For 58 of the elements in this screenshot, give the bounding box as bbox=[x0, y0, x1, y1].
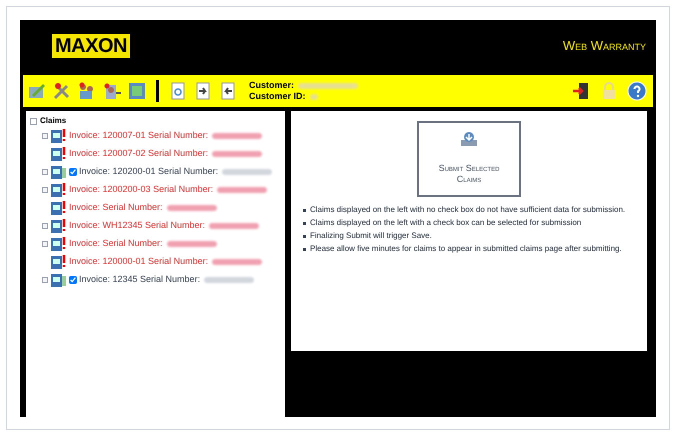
claim-document-icon bbox=[50, 164, 68, 180]
redacted-text bbox=[310, 94, 318, 100]
redacted-text bbox=[204, 277, 254, 283]
redacted-text bbox=[212, 133, 262, 139]
bullet-icon bbox=[303, 248, 306, 251]
claim-document-icon bbox=[50, 218, 68, 234]
tree-root-label[interactable]: Claims bbox=[40, 115, 66, 127]
redacted-text bbox=[166, 241, 217, 247]
redacted-text bbox=[166, 205, 217, 211]
redacted-text bbox=[217, 187, 268, 193]
claim-label[interactable]: Invoice: 12345 Serial Number: bbox=[79, 273, 200, 287]
customer-label: Customer: bbox=[249, 80, 294, 92]
claim-document-icon bbox=[50, 182, 68, 198]
claim-checkbox[interactable] bbox=[69, 276, 77, 284]
bullet-icon bbox=[303, 209, 306, 212]
redacted-text bbox=[298, 82, 358, 89]
upload-tray-icon bbox=[459, 129, 479, 149]
collapse-toggle-icon[interactable] bbox=[30, 118, 37, 124]
redacted-text bbox=[209, 223, 260, 229]
claim-label[interactable]: Invoice: WH12345 Serial Number: bbox=[69, 219, 206, 233]
bullet-icon bbox=[303, 222, 306, 225]
user-icon[interactable] bbox=[102, 81, 122, 102]
app-title: Web Warranty bbox=[562, 37, 646, 55]
expand-toggle-icon[interactable] bbox=[42, 277, 48, 283]
claim-document-icon bbox=[50, 128, 68, 144]
expand-toggle-icon[interactable] bbox=[42, 187, 48, 193]
expand-toggle-icon[interactable] bbox=[42, 223, 48, 229]
claim-label[interactable]: Invoice: 120007-02 Serial Number: bbox=[69, 147, 208, 161]
note-text: Claims displayed on the left with a check box can be selected for submission bbox=[310, 218, 582, 228]
note-text: Claims displayed on the left with no check box do not have sufficient data for submission. bbox=[310, 205, 626, 215]
redacted-text bbox=[222, 169, 272, 175]
expand-toggle-icon[interactable] bbox=[42, 241, 48, 247]
bullet-icon bbox=[303, 235, 306, 238]
claim-checkbox[interactable] bbox=[69, 168, 77, 176]
document-icon[interactable] bbox=[127, 81, 147, 102]
submit-button[interactable]: Submit Selected Claims bbox=[417, 121, 521, 197]
claim-label[interactable]: Invoice: Serial Number: bbox=[69, 201, 163, 215]
claim-document-icon bbox=[50, 200, 68, 216]
redacted-text bbox=[212, 259, 262, 265]
note-text: Finalizing Submit will trigger Save. bbox=[310, 231, 432, 241]
note-text: Please allow five minutes for claims to appear in submitted claims page after submitting. bbox=[310, 244, 622, 254]
claim-document-icon bbox=[50, 236, 68, 252]
claim-document-icon bbox=[50, 146, 68, 162]
expand-toggle-icon[interactable] bbox=[42, 133, 48, 139]
claim-label[interactable]: Invoice: 120007-01 Serial Number: bbox=[69, 129, 208, 143]
customer-id-label: Customer ID: bbox=[249, 91, 306, 102]
claim-document-icon bbox=[50, 254, 68, 270]
help-icon[interactable] bbox=[627, 81, 647, 102]
expand-toggle-icon[interactable] bbox=[42, 169, 48, 175]
redacted-text bbox=[212, 151, 262, 157]
exit-icon[interactable] bbox=[571, 81, 591, 102]
claim-label[interactable]: Invoice: 1200200-03 Serial Number: bbox=[69, 183, 214, 197]
claim-label[interactable]: Invoice: Serial Number: bbox=[69, 237, 163, 251]
claim-document-icon bbox=[50, 272, 68, 288]
tools-icon[interactable] bbox=[52, 81, 72, 102]
claim-label[interactable]: Invoice: 120200-01 Serial Number: bbox=[79, 165, 218, 179]
logo: MAXON bbox=[52, 34, 130, 58]
claim-label[interactable]: Invoice: 120000-01 Serial Number: bbox=[69, 255, 208, 269]
